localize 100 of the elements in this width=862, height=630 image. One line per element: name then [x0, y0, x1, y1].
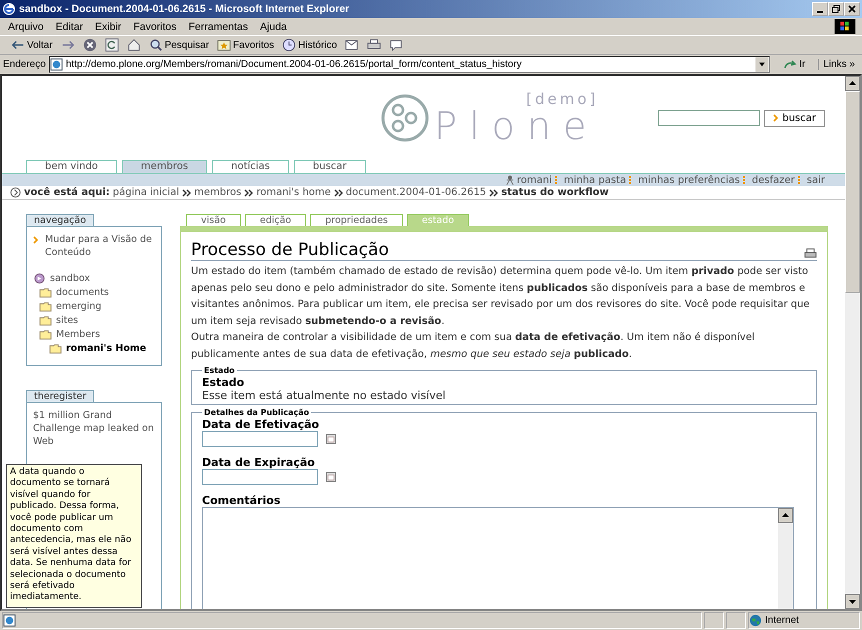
folder-icon — [49, 342, 62, 354]
mail-icon — [345, 38, 360, 52]
folder-icon — [39, 314, 52, 326]
search-field[interactable] — [658, 110, 760, 126]
navigation-item[interactable]: documents — [56, 286, 109, 298]
content-tab[interactable]: propriedades — [310, 214, 403, 226]
toolbar-button[interactable]: Favoritos — [214, 36, 278, 54]
news-link[interactable]: $1 million Grand Challenge map leaked on Web — [33, 409, 155, 448]
breadcrumb-link[interactable]: romani's home — [256, 187, 331, 198]
printer-icon[interactable] — [804, 248, 817, 259]
toolbar-button[interactable]: Pesquisar — [146, 36, 212, 54]
scroll-down-icon[interactable] — [845, 594, 860, 609]
personal-link[interactable]: desfazer — [752, 174, 795, 186]
description-text: Um estado do item (também chamado de estado de revisão) determina quem pode vê-lo. Um item privado pode ser visto apenas pelo seu dono e pelo administrador do site. Somente itens publicados são disponíveis para a base de membros e visitantes anônimos. Para publicar um item, ele precisa ser revisado por um dos revisores do site. Você pode requisitar que um item seja revisado submetendo-o a revisão. — [191, 265, 811, 328]
comments-field[interactable] — [202, 507, 794, 609]
menu-item[interactable]: Ferramentas — [188, 20, 248, 32]
field-label: Data de Expiração — [202, 456, 316, 469]
site-tab[interactable]: bem vindo — [26, 160, 117, 173]
portlet-title: theregister — [26, 390, 94, 402]
view-switch-link[interactable]: Mudar para a Visão de Conteúdo — [45, 233, 155, 259]
scroll-up-icon[interactable] — [845, 76, 860, 91]
person-icon — [506, 175, 514, 185]
breadcrumb-label: você está aqui: — [24, 187, 110, 198]
menu-item[interactable]: Arquivo — [8, 20, 44, 32]
personal-link[interactable]: sair — [806, 174, 825, 186]
page-icon — [50, 58, 63, 71]
scroll-thumb[interactable] — [845, 91, 860, 293]
separator-icon — [489, 188, 498, 196]
stop-icon — [82, 38, 97, 52]
field-label: Comentários — [202, 494, 282, 507]
minimize-button[interactable] — [812, 2, 828, 16]
chevron-icon — [773, 114, 780, 122]
close-button[interactable] — [844, 2, 860, 16]
site-tab[interactable]: membros — [122, 160, 208, 173]
content-tab[interactable]: edição — [244, 214, 306, 226]
menu-item[interactable]: Ajuda — [260, 20, 287, 32]
links-button[interactable]: Links » — [818, 59, 859, 70]
zone-label: Internet — [765, 615, 799, 626]
scrollbar[interactable] — [845, 76, 860, 609]
scrollbar[interactable] — [778, 508, 793, 609]
state-text: Esse item está atualmente no estado visível — [202, 389, 447, 402]
field-label: Data de Efetivação — [202, 418, 320, 431]
go-button[interactable]: Ir — [773, 58, 816, 72]
close-icon — [848, 5, 856, 13]
refresh-icon — [104, 38, 119, 52]
menu-item[interactable]: Favoritos — [133, 20, 176, 32]
site-tab[interactable]: buscar — [294, 160, 366, 173]
folder-icon — [39, 286, 52, 298]
personal-link[interactable]: romani — [516, 174, 552, 186]
restore-icon — [832, 5, 840, 13]
arrow-circle-icon — [10, 187, 21, 198]
address-label: Endereço — [3, 59, 46, 70]
menu-item[interactable]: Editar — [56, 20, 84, 32]
navigation-item[interactable]: sites — [56, 314, 78, 326]
navigation-item[interactable]: emerging — [56, 300, 102, 312]
page-heading: Processo de Publicação — [191, 240, 390, 260]
folder-icon — [39, 300, 52, 312]
search-button[interactable]: buscar — [764, 110, 825, 126]
separator-icon — [182, 188, 192, 196]
navigation-item[interactable]: sandbox — [50, 272, 90, 284]
personal-link[interactable]: minhas preferências — [638, 174, 740, 186]
forward-arrow-icon — [60, 38, 75, 52]
description-text: Outra maneira de controlar a visibilidade de um item e com sua data de efetivação. Um item não é disponível publicamente antes de sua data de efetivação, mesmo que seu estado seja publicado. — [191, 331, 756, 362]
personal-link[interactable]: minha pasta — [564, 174, 626, 186]
breadcrumb-current: status do workflow — [501, 187, 609, 198]
bullet-icon — [33, 236, 39, 244]
back-arrow-icon — [11, 38, 25, 52]
toolbar-button[interactable]: Histórico — [279, 36, 340, 54]
window-title: sandbox - Document.2004-01-06.2615 - Microsoft Internet Explorer — [19, 3, 350, 15]
folder-icon — [39, 328, 52, 340]
calendar-icon[interactable] — [326, 472, 336, 482]
speech-bubble-icon — [389, 38, 404, 52]
windows-logo-icon — [834, 19, 856, 34]
site-tab[interactable]: notícias — [212, 160, 289, 173]
scroll-up-icon[interactable] — [778, 508, 793, 523]
breadcrumb-link[interactable]: membros — [194, 187, 242, 198]
search-icon — [148, 38, 163, 52]
breadcrumb-link[interactable]: página inicial — [112, 187, 180, 198]
home-icon — [126, 38, 141, 52]
fieldset-legend: Detalhes da Publicação — [202, 408, 312, 417]
browser-icon — [2, 2, 16, 16]
date-field[interactable] — [202, 469, 318, 485]
field-label: Estado — [202, 376, 246, 389]
date-field[interactable] — [202, 431, 318, 447]
separator-icon — [244, 188, 254, 196]
navigation-item[interactable]: Members — [56, 328, 100, 340]
maximize-button[interactable] — [828, 2, 844, 16]
portlet-title: navegação — [26, 214, 94, 226]
address-field[interactable]: http://demo.plone.org/Members/romani/Document.2004-01-06.2615/portal_form/content_status_history — [48, 56, 770, 73]
calendar-icon[interactable] — [326, 434, 336, 444]
clock-icon — [282, 38, 296, 52]
tooltip: A data quando o documento se tornará visível quando for publicado. Dessa forma, você pode publicar um documento com antecedencia, mas ele não será visível antes dessa data. Se nenhuma data for selecionada o documento será efetivado imediatamente. — [6, 464, 142, 608]
menu-item[interactable]: Exibir — [95, 20, 122, 32]
fieldset-legend: Estado — [202, 366, 237, 375]
toolbar-button[interactable]: Voltar — [8, 36, 56, 54]
printer-icon — [367, 38, 382, 52]
content-tab[interactable]: visão — [186, 214, 241, 226]
separator-icon — [334, 188, 343, 196]
navigation-item[interactable]: romani's Home — [66, 342, 146, 354]
breadcrumb-link[interactable]: document.2004-01-06.2615 — [346, 187, 486, 198]
